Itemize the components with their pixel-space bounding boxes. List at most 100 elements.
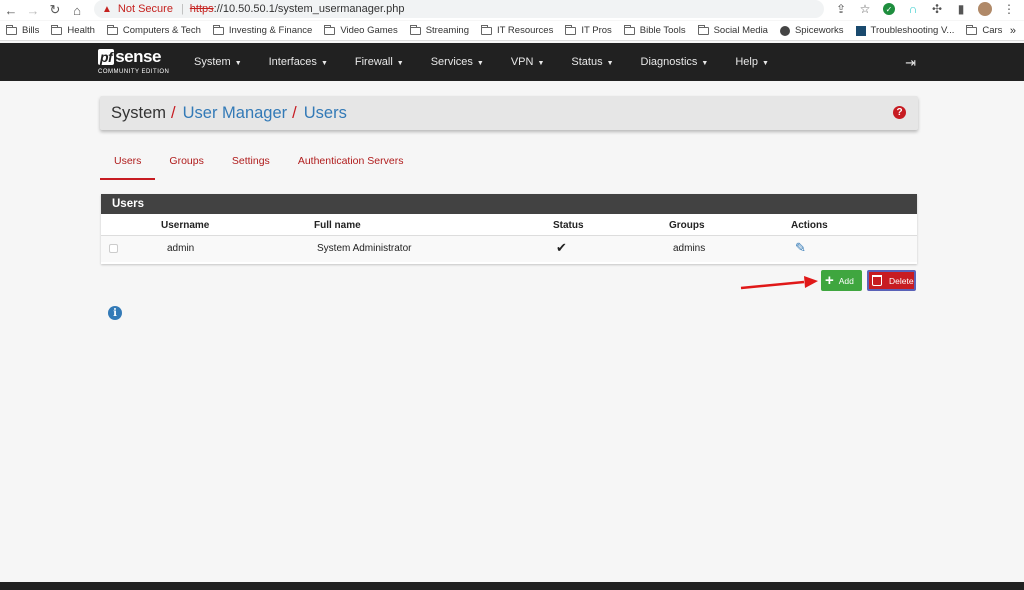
annotation-arrow (740, 276, 818, 290)
breadcrumb-users[interactable]: Users (304, 104, 347, 123)
menu-help[interactable]: Help ▼ (735, 56, 769, 68)
menu-vpn[interactable]: VPN ▼ (511, 56, 545, 68)
delete-label: Delete (889, 275, 914, 286)
url-text: ://10.50.50.1/system_usermanager.php (213, 3, 405, 15)
col-username[interactable]: Username (161, 220, 209, 231)
bookmark-item[interactable]: IT Pros (565, 24, 612, 36)
bookmark-label: Health (67, 25, 95, 36)
top-navbar: pf sense COMMUNITY EDITION System ▼ Interf… (0, 43, 1024, 81)
menu-services[interactable]: Services ▼ (431, 56, 484, 68)
col-actions: Actions (791, 220, 828, 231)
bookmark-label: Cars (982, 25, 1003, 36)
bookmark-item[interactable]: Social Media (697, 24, 768, 36)
bookmarks-more-button[interactable]: » (1010, 25, 1016, 37)
menu-interfaces[interactable]: Interfaces ▼ (269, 56, 328, 68)
folder-icon (966, 24, 978, 35)
bookmark-item[interactable]: Spiceworks (779, 25, 844, 36)
bookmark-item[interactable]: Investing & Finance (212, 24, 313, 36)
home-icon[interactable]: ⌂ (66, 0, 88, 20)
delete-users-button[interactable]: Delete (867, 270, 916, 291)
bookmark-item[interactable]: Computers & Tech (106, 24, 201, 36)
users-panel: Users Username Full name Status Groups A… (101, 194, 917, 264)
bookmark-label: IT Resources (497, 25, 554, 36)
tab-authentication-servers[interactable]: Authentication Servers (284, 146, 418, 180)
breadcrumb-separator: / (292, 103, 297, 122)
url-scheme: https (189, 3, 214, 15)
caret-down-icon: ▼ (320, 60, 328, 67)
col-full-name[interactable]: Full name (314, 220, 361, 231)
warning-icon: ▲ (102, 3, 112, 15)
add-user-button[interactable]: + Add (821, 270, 862, 291)
bookmark-item[interactable]: Health (51, 24, 95, 36)
pfsense-logo[interactable]: pf sense COMMUNITY EDITION (98, 47, 169, 75)
users-panel-title: Users (101, 194, 917, 214)
bookmark-item[interactable]: Bible Tools (623, 24, 686, 36)
kebab-menu-icon[interactable]: ⋮ (1002, 2, 1016, 16)
menu-firewall[interactable]: Firewall ▼ (355, 56, 404, 68)
menu-system[interactable]: System ▼ (194, 56, 242, 68)
globe-icon (779, 25, 790, 36)
bookmark-item[interactable]: Streaming (409, 24, 470, 36)
tab-groups[interactable]: Groups (155, 146, 217, 180)
site-icon (855, 25, 866, 36)
cell-groups: admins (673, 243, 706, 254)
folder-icon (481, 24, 493, 35)
extension-teal-icon[interactable]: ∩ (906, 2, 920, 16)
bookmark-label: Streaming (425, 25, 470, 36)
reload-icon[interactable]: ↻ (44, 0, 66, 20)
star-icon[interactable]: ☆ (858, 2, 872, 16)
url-separator: | (180, 3, 184, 15)
folder-icon (6, 24, 17, 35)
breadcrumb: System / User Manager / Users ? (100, 96, 918, 130)
tab-users[interactable]: Users (100, 146, 156, 180)
caret-down-icon: ▼ (476, 60, 484, 67)
caret-down-icon: ▼ (234, 60, 242, 67)
bookmark-label: Investing & Finance (228, 25, 313, 36)
menu-diagnostics[interactable]: Diagnostics ▼ (641, 56, 709, 68)
folder-icon (324, 24, 336, 35)
breadcrumb-user-manager[interactable]: User Manager (183, 104, 288, 123)
folder-icon (623, 24, 635, 35)
bookmark-item[interactable]: IT Resources (481, 24, 554, 36)
bookmark-item[interactable]: Cars (966, 24, 1003, 36)
bookmark-item[interactable]: Bills (6, 24, 40, 36)
footer-bar (0, 582, 1024, 590)
bookmark-item[interactable]: Troubleshooting V... (855, 25, 955, 36)
breadcrumb-system: System (111, 103, 167, 122)
caret-down-icon: ▼ (606, 60, 614, 67)
tab-settings[interactable]: Settings (218, 146, 284, 180)
caret-down-icon: ▼ (537, 60, 545, 67)
folder-icon (409, 24, 421, 35)
extension-check-icon[interactable]: ✓ (882, 2, 896, 16)
col-status[interactable]: Status (553, 220, 584, 231)
col-groups[interactable]: Groups (669, 220, 705, 231)
breadcrumb-separator: / (171, 103, 176, 122)
bookmark-label: Troubleshooting V... (870, 25, 955, 36)
info-icon[interactable]: i (108, 306, 122, 320)
browser-actions: ⇪ ☆ ✓ ∩ ✣ ▮ ⋮ (834, 2, 1016, 16)
profile-avatar[interactable] (978, 2, 992, 16)
cell-full-name: System Administrator (317, 243, 412, 254)
bookmark-label: IT Pros (581, 25, 612, 36)
share-icon[interactable]: ⇪ (834, 2, 848, 16)
row-checkbox[interactable] (109, 244, 118, 253)
bookmark-label: Video Games (340, 25, 398, 36)
bookmark-item[interactable]: Video Games (324, 24, 398, 36)
puzzle-icon[interactable]: ✣ (930, 2, 944, 16)
bookmark-label: Bible Tools (639, 25, 686, 36)
logo-edition: COMMUNITY EDITION (98, 69, 170, 75)
help-icon[interactable]: ? (893, 106, 906, 119)
edit-pencil-icon[interactable]: ✎ (795, 240, 806, 256)
back-icon[interactable]: ← (0, 0, 22, 20)
bookmark-label: Bills (22, 25, 40, 36)
forward-icon[interactable]: → (22, 0, 44, 20)
plus-icon: + (825, 271, 834, 289)
address-bar[interactable]: ▲ Not Secure | https ://10.50.50.1/syste… (94, 0, 824, 18)
trash-icon (872, 275, 882, 286)
menu-status[interactable]: Status ▼ (571, 56, 613, 68)
folder-icon (212, 24, 224, 35)
bookmark-label: Social Media (713, 25, 768, 36)
folder-icon (697, 24, 709, 35)
logout-icon[interactable]: ⇥ (905, 55, 916, 71)
sidebar-icon[interactable]: ▮ (954, 2, 968, 16)
